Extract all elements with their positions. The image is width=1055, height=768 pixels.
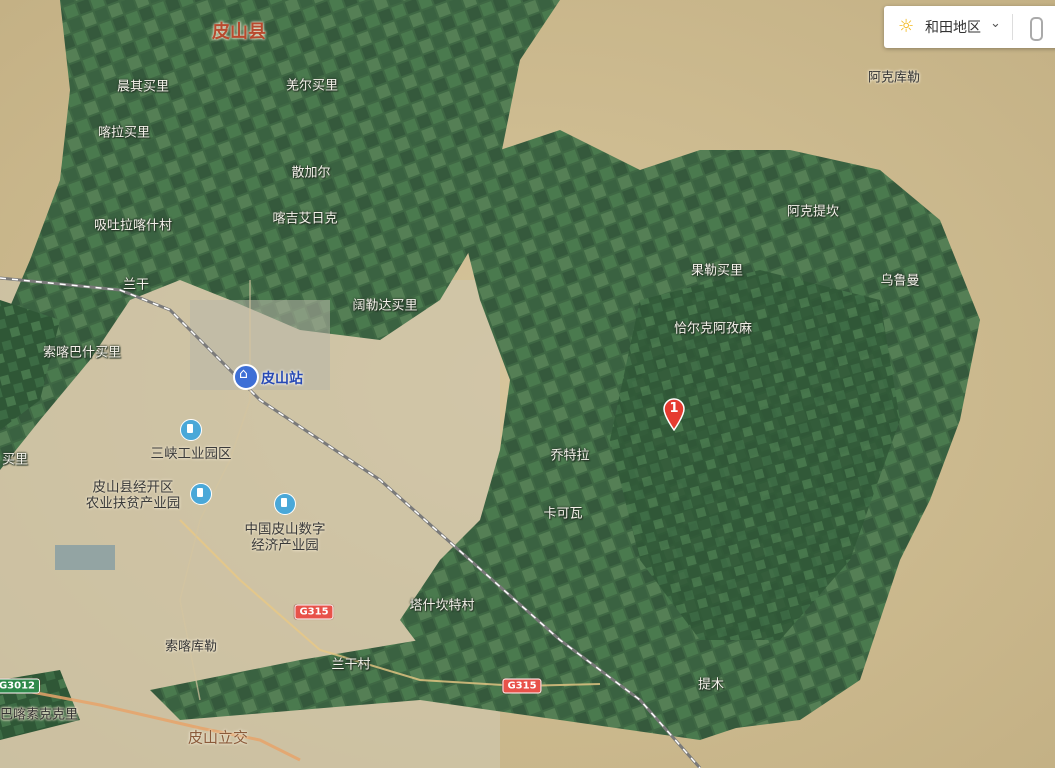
county-label[interactable]: 皮山县 — [212, 22, 266, 44]
poi-label[interactable]: 中国皮山数字 经济产业园 — [245, 522, 326, 553]
place-label[interactable]: 羌尔买里 — [286, 79, 338, 95]
place-label[interactable]: 散加尔 — [291, 166, 330, 182]
traffic-light-icon[interactable] — [1030, 17, 1043, 41]
building-icon[interactable] — [274, 493, 296, 515]
poi-label[interactable]: 皮山县经开区 农业扶贫产业园 — [86, 480, 181, 511]
building-icon[interactable] — [180, 419, 202, 441]
place-label[interactable]: 阿克提坎 — [787, 205, 839, 221]
highway-shield[interactable]: G315 — [294, 604, 334, 620]
sun-icon: ☼ — [898, 16, 915, 37]
place-label[interactable]: 乌鲁曼 — [880, 274, 919, 290]
place-label[interactable]: 喀吉艾日克 — [272, 212, 337, 228]
interchange-label[interactable]: 皮山立交 — [188, 729, 248, 747]
place-label[interactable]: 喀拉买里 — [98, 126, 150, 142]
place-label[interactable]: 巴喀素克克里 — [0, 708, 78, 724]
building-icon[interactable] — [190, 483, 212, 505]
place-label[interactable]: 兰干村 — [331, 658, 370, 674]
place-label[interactable]: 买里 — [2, 453, 28, 469]
place-label[interactable]: 兰干 — [123, 278, 149, 294]
place-label[interactable]: 索喀巴什买里 — [43, 346, 121, 362]
region-name[interactable]: 和田地区 — [925, 17, 981, 37]
place-label[interactable]: 塔什坎特村 — [409, 599, 474, 615]
place-label[interactable]: 果勒买里 — [691, 264, 743, 280]
place-label[interactable]: 晨其买里 — [117, 80, 169, 96]
marker-number: 1 — [669, 401, 679, 416]
location-marker[interactable]: 1 — [662, 397, 686, 432]
divider — [1012, 14, 1013, 40]
place-label[interactable]: 恰尔克阿孜麻 — [674, 322, 752, 338]
place-label[interactable]: 乔特拉 — [550, 449, 589, 465]
station-label[interactable]: 皮山站 — [261, 368, 303, 388]
place-label[interactable]: 卡可瓦 — [543, 507, 582, 523]
satellite-map[interactable] — [0, 0, 1055, 768]
train-station-icon[interactable] — [233, 364, 259, 390]
place-label[interactable]: 吸吐拉喀什村 — [94, 219, 172, 235]
poi-label[interactable]: 三峡工业园区 — [151, 447, 232, 463]
place-label[interactable]: 阔勒达买里 — [352, 299, 417, 315]
region-selector[interactable]: ☼ 和田地区 ⌄ — [884, 6, 1055, 48]
highway-shield[interactable]: G3012 — [0, 678, 41, 694]
place-label[interactable]: 索喀库勒 — [165, 640, 217, 656]
place-label[interactable]: 提木 — [698, 678, 724, 694]
chevron-down-icon[interactable]: ⌄ — [990, 16, 1001, 31]
place-label[interactable]: 阿克库勒 — [868, 71, 920, 87]
highway-shield[interactable]: G315 — [502, 678, 542, 694]
